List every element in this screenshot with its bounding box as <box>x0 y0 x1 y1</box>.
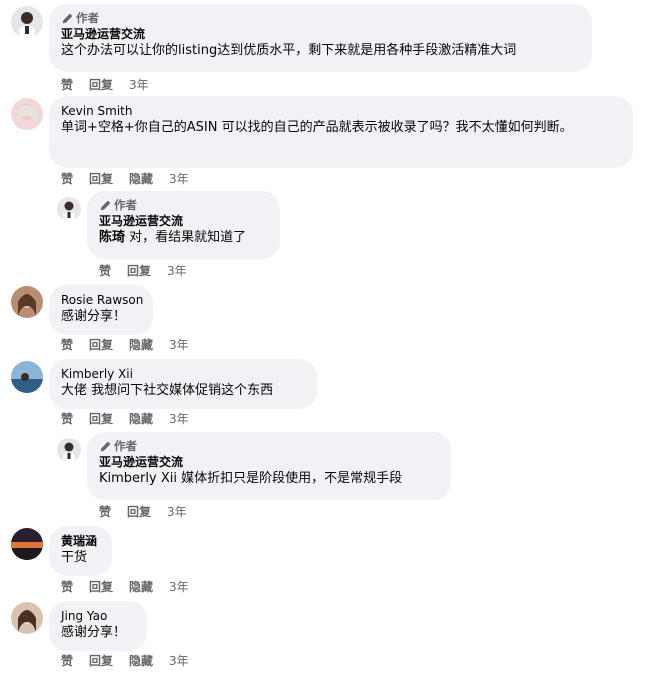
like-button[interactable]: 赞 <box>61 337 73 353</box>
commenter-name[interactable]: Rosie Rawson <box>61 292 143 308</box>
timestamp[interactable]: 3年 <box>167 504 187 520</box>
comment-text: 感谢分享！ <box>61 309 127 324</box>
comment-bubble: Jing Yao 感谢分享！ <box>49 601 147 651</box>
hide-button[interactable]: 隐藏 <box>129 171 153 187</box>
timestamp[interactable]: 3年 <box>169 579 189 595</box>
commenter-name[interactable]: Jing Yao <box>61 608 135 624</box>
comment-actions: 赞 回复 3年 <box>99 504 187 520</box>
comment-text: 陈琦 对，看结果就知道了 <box>99 230 247 245</box>
pencil-icon <box>62 13 73 24</box>
avatar[interactable] <box>57 438 81 462</box>
like-button[interactable]: 赞 <box>61 77 73 93</box>
like-button[interactable]: 赞 <box>61 411 73 427</box>
reply-button[interactable]: 回复 <box>89 171 113 187</box>
commenter-name[interactable]: Kimberly Xii <box>61 366 305 382</box>
pencil-icon <box>100 200 111 211</box>
avatar[interactable] <box>57 197 81 221</box>
comment-bubble: 作者 亚马逊运营交流 Kimberly Xii 媒体折扣只是阶段使用，不是常规手… <box>87 432 451 500</box>
timestamp[interactable]: 3年 <box>169 411 189 427</box>
reply-button[interactable]: 回复 <box>89 579 113 595</box>
comment-actions: 赞 回复 隐藏 3年 <box>61 337 189 353</box>
comment-text: 感谢分享！ <box>61 625 127 640</box>
comment-bubble: Kevin Smith 单词+空格+你自己的ASIN 可以找的自己的产品就表示被… <box>49 96 633 168</box>
comment-text: 单词+空格+你自己的ASIN 可以找的自己的产品就表示被收录了吗？我不太懂如何判… <box>61 120 573 135</box>
comment-actions: 赞 回复 3年 <box>61 77 149 93</box>
comment-actions: 赞 回复 3年 <box>99 263 187 279</box>
author-badge: 作者 <box>99 439 439 454</box>
avatar[interactable] <box>11 528 43 560</box>
timestamp[interactable]: 3年 <box>169 653 189 669</box>
comment-actions: 赞 回复 隐藏 3年 <box>61 411 189 427</box>
avatar[interactable] <box>11 6 43 38</box>
commenter-name[interactable]: 亚马逊运营交流 <box>61 26 580 42</box>
hide-button[interactable]: 隐藏 <box>129 653 153 669</box>
avatar[interactable] <box>11 286 43 318</box>
timestamp[interactable]: 3年 <box>169 337 189 353</box>
reply-button[interactable]: 回复 <box>89 337 113 353</box>
hide-button[interactable]: 隐藏 <box>129 411 153 427</box>
author-badge: 作者 <box>61 11 580 26</box>
comment-actions: 赞 回复 隐藏 3年 <box>61 171 189 187</box>
timestamp[interactable]: 3年 <box>129 77 149 93</box>
comment-text: 大佬 我想问下社交媒体促销这个东西 <box>61 383 274 398</box>
timestamp[interactable]: 3年 <box>169 171 189 187</box>
reply-button[interactable]: 回复 <box>89 411 113 427</box>
reply-button[interactable]: 回复 <box>89 77 113 93</box>
comment-text: Kimberly Xii 媒体折扣只是阶段使用，不是常规手段 <box>99 471 403 486</box>
avatar[interactable] <box>11 98 43 130</box>
comment-text: 干货 <box>61 550 88 565</box>
author-badge: 作者 <box>99 198 268 213</box>
commenter-name[interactable]: 黄瑞涵 <box>61 533 100 549</box>
comment-actions: 赞 回复 隐藏 3年 <box>61 653 189 669</box>
like-button[interactable]: 赞 <box>61 171 73 187</box>
timestamp[interactable]: 3年 <box>167 263 187 279</box>
like-button[interactable]: 赞 <box>99 263 111 279</box>
comment-text: 这个办法可以让你的listing达到优质水平，剩下来就是用各种手段激活精准大词 <box>61 43 517 58</box>
like-button[interactable]: 赞 <box>99 504 111 520</box>
like-button[interactable]: 赞 <box>61 579 73 595</box>
avatar[interactable] <box>11 602 43 634</box>
commenter-name[interactable]: Kevin Smith <box>61 103 621 119</box>
comment-bubble: Rosie Rawson 感谢分享！ <box>49 285 153 335</box>
comment-bubble: 作者 亚马逊运营交流 这个办法可以让你的listing达到优质水平，剩下来就是用… <box>49 4 592 72</box>
comment-bubble: 黄瑞涵 干货 <box>49 526 112 576</box>
mention-link[interactable]: Kimberly Xii <box>99 471 177 486</box>
like-button[interactable]: 赞 <box>61 653 73 669</box>
reply-button[interactable]: 回复 <box>127 504 151 520</box>
hide-button[interactable]: 隐藏 <box>129 579 153 595</box>
pencil-icon <box>100 441 111 452</box>
reply-button[interactable]: 回复 <box>89 653 113 669</box>
hide-button[interactable]: 隐藏 <box>129 337 153 353</box>
reply-button[interactable]: 回复 <box>127 263 151 279</box>
avatar[interactable] <box>11 361 43 393</box>
comment-bubble: Kimberly Xii 大佬 我想问下社交媒体促销这个东西 <box>49 359 317 409</box>
comment-bubble: 作者 亚马逊运营交流 陈琦 对，看结果就知道了 <box>87 191 280 259</box>
commenter-name[interactable]: 亚马逊运营交流 <box>99 454 439 470</box>
commenter-name[interactable]: 亚马逊运营交流 <box>99 213 268 229</box>
comment-actions: 赞 回复 隐藏 3年 <box>61 579 189 595</box>
mention-link[interactable]: 陈琦 <box>99 230 125 245</box>
